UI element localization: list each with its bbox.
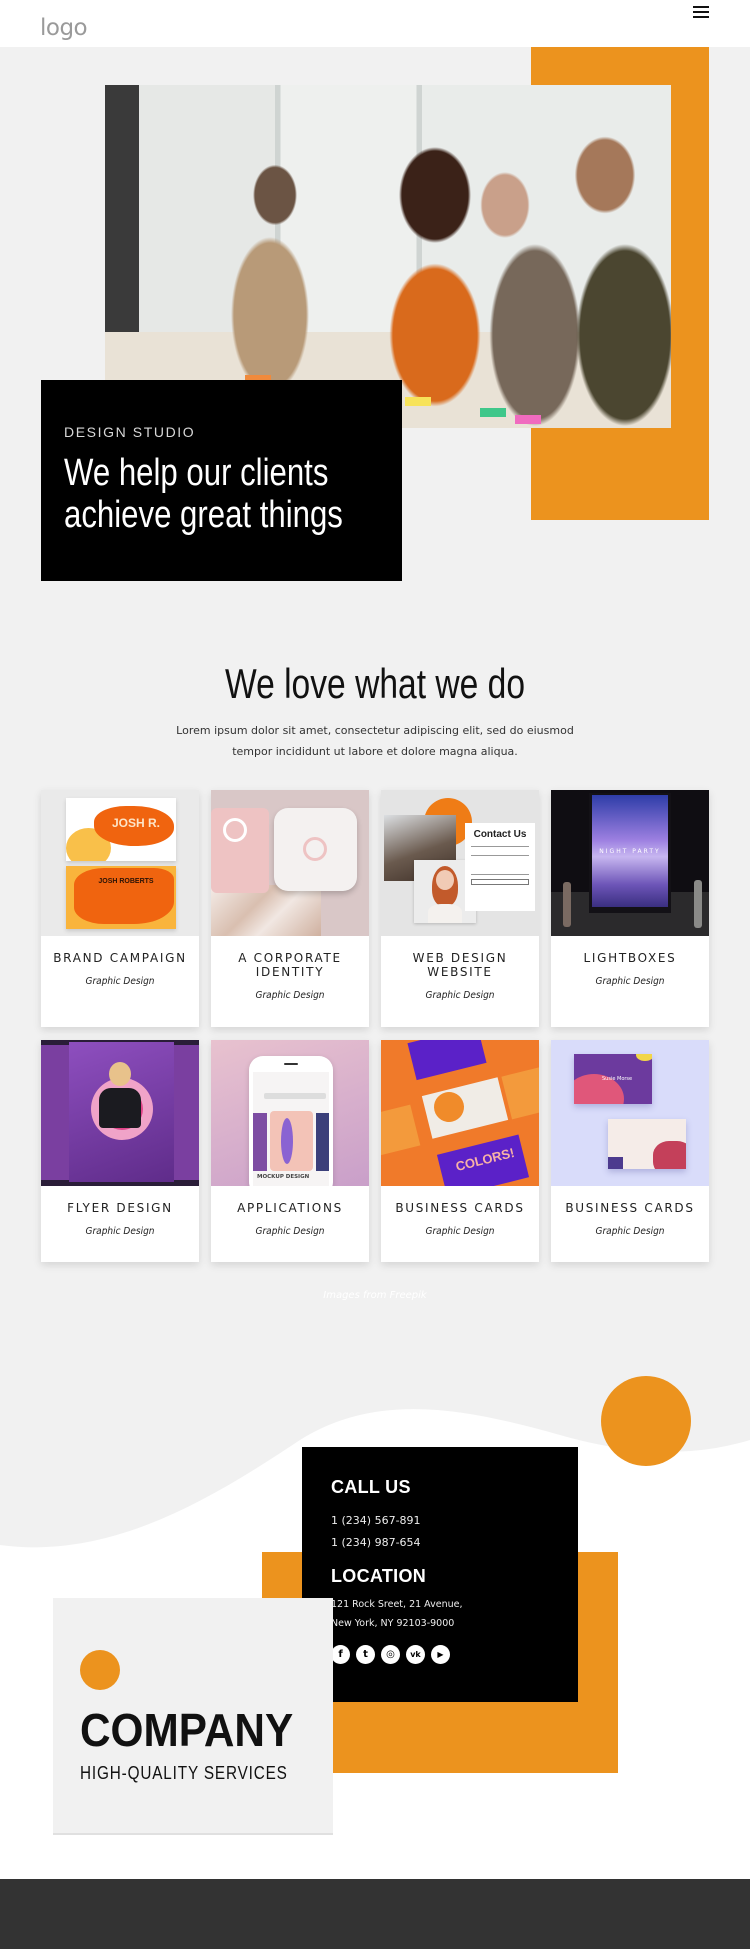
card-thumbnail: Susie Morse: [551, 1040, 709, 1186]
decorative-orange-circle: [601, 1376, 691, 1466]
services-description-line: tempor incididunt ut labore et dolore ma…: [232, 745, 518, 758]
card-thumbnail: [211, 790, 369, 936]
thumb-text: JOSH ROBERTS: [98, 878, 154, 885]
card-subtitle: Graphic Design: [595, 1226, 665, 1237]
hero-image: [105, 85, 671, 428]
card-thumbnail: Contact Us: [381, 790, 539, 936]
instagram-icon[interactable]: ◎: [381, 1645, 400, 1664]
logo[interactable]: logo: [40, 15, 88, 41]
card-subtitle: Graphic Design: [255, 990, 325, 1001]
card-subtitle: Graphic Design: [425, 990, 495, 1001]
service-card-lightboxes[interactable]: NIGHT PARTY LIGHTBOXES Graphic Design: [551, 790, 709, 1027]
service-card-flyer-design[interactable]: FLYER DESIGN Graphic Design: [41, 1040, 199, 1262]
phone-number[interactable]: 1 (234) 567-891: [331, 1514, 549, 1527]
facebook-icon[interactable]: f: [331, 1645, 350, 1664]
service-card-business-cards-2[interactable]: Susie Morse BUSINESS CARDS Graphic Desig…: [551, 1040, 709, 1262]
footer: [0, 1879, 750, 1949]
thumb-text: JOSH R.: [111, 816, 160, 830]
service-card-business-cards-1[interactable]: COLORS! BUSINESS CARDS Graphic Design: [381, 1040, 539, 1262]
sticky-note: [515, 415, 541, 424]
card-thumbnail: MOCKUP DESIGN: [211, 1040, 369, 1186]
card-title: LIGHTBOXES: [583, 951, 677, 965]
card-subtitle: Graphic Design: [85, 1226, 155, 1237]
social-links: f t ◎ vk ▶: [331, 1645, 549, 1664]
hero-title-line: We help our clients: [64, 452, 329, 494]
image-credit-link[interactable]: Images from Freepik: [0, 1290, 750, 1301]
vk-icon[interactable]: vk: [406, 1645, 425, 1664]
service-card-corporate-identity[interactable]: A CORPORATE IDENTITY Graphic Design: [211, 790, 369, 1027]
card-title: BUSINESS CARDS: [565, 1201, 695, 1215]
card-subtitle: Graphic Design: [425, 1226, 495, 1237]
company-dot-icon: [80, 1650, 120, 1690]
youtube-icon[interactable]: ▶: [431, 1645, 450, 1664]
call-us-heading: CALL US: [331, 1477, 411, 1497]
services-title: We love what we do: [224, 660, 526, 707]
sticky-note: [405, 397, 431, 406]
card-thumbnail: [41, 1040, 199, 1186]
card-subtitle: Graphic Design: [255, 1226, 325, 1237]
card-title: BUSINESS CARDS: [395, 1201, 525, 1215]
card-title: BRAND CAMPAIGN: [53, 951, 187, 965]
thumb-text: MOCKUP DESIGN: [257, 1174, 310, 1180]
thumb-text: Susie Morse: [602, 1076, 633, 1082]
hero-title-line: achieve great things: [64, 494, 343, 536]
service-card-web-design[interactable]: Contact Us WEB DESIGN WEBSITE Graphic De…: [381, 790, 539, 1027]
address-line: New York, NY 92103-9000: [331, 1618, 455, 1629]
card-title: A CORPORATE IDENTITY: [238, 951, 342, 979]
company-name: COMPANY: [80, 1704, 294, 1756]
hero-title: We help our clients achieve great things: [64, 452, 343, 536]
company-card: COMPANY HIGH-QUALITY SERVICES: [53, 1598, 333, 1835]
twitter-icon[interactable]: t: [356, 1645, 375, 1664]
hamburger-menu-icon[interactable]: [693, 6, 709, 22]
card-thumbnail: COLORS!: [381, 1040, 539, 1186]
service-card-applications[interactable]: MOCKUP DESIGN APPLICATIONS Graphic Desig…: [211, 1040, 369, 1262]
phone-number[interactable]: 1 (234) 987-654: [331, 1536, 549, 1549]
hero-eyebrow: DESIGN STUDIO: [64, 424, 196, 440]
card-title: APPLICATIONS: [237, 1201, 343, 1215]
address-line: 121 Rock Sreet, 21 Avenue,: [331, 1599, 463, 1610]
thumb-text: Contact Us: [473, 829, 527, 840]
thumb-text: NIGHT PARTY: [599, 848, 661, 855]
location-heading: LOCATION: [331, 1566, 427, 1586]
card-subtitle: Graphic Design: [85, 976, 155, 987]
hero-text-box: DESIGN STUDIO We help our clients achiev…: [41, 380, 402, 581]
contact-card: CALL US 1 (234) 567-891 1 (234) 987-654 …: [302, 1447, 578, 1702]
card-thumbnail: JOSH R. JOSH ROBERTS: [41, 790, 199, 936]
site-header: logo: [0, 0, 750, 47]
services-description-line: Lorem ipsum dolor sit amet, consectetur …: [176, 724, 574, 737]
company-tagline: HIGH-QUALITY SERVICES: [80, 1763, 288, 1783]
card-title: WEB DESIGN WEBSITE: [412, 951, 508, 979]
card-thumbnail: NIGHT PARTY: [551, 790, 709, 936]
service-card-brand-campaign[interactable]: JOSH R. JOSH ROBERTS BRAND CAMPAIGN Grap…: [41, 790, 199, 1027]
card-subtitle: Graphic Design: [595, 976, 665, 987]
sticky-note: [480, 408, 506, 417]
services-description: Lorem ipsum dolor sit amet, consectetur …: [150, 720, 600, 762]
card-title: FLYER DESIGN: [67, 1201, 173, 1215]
